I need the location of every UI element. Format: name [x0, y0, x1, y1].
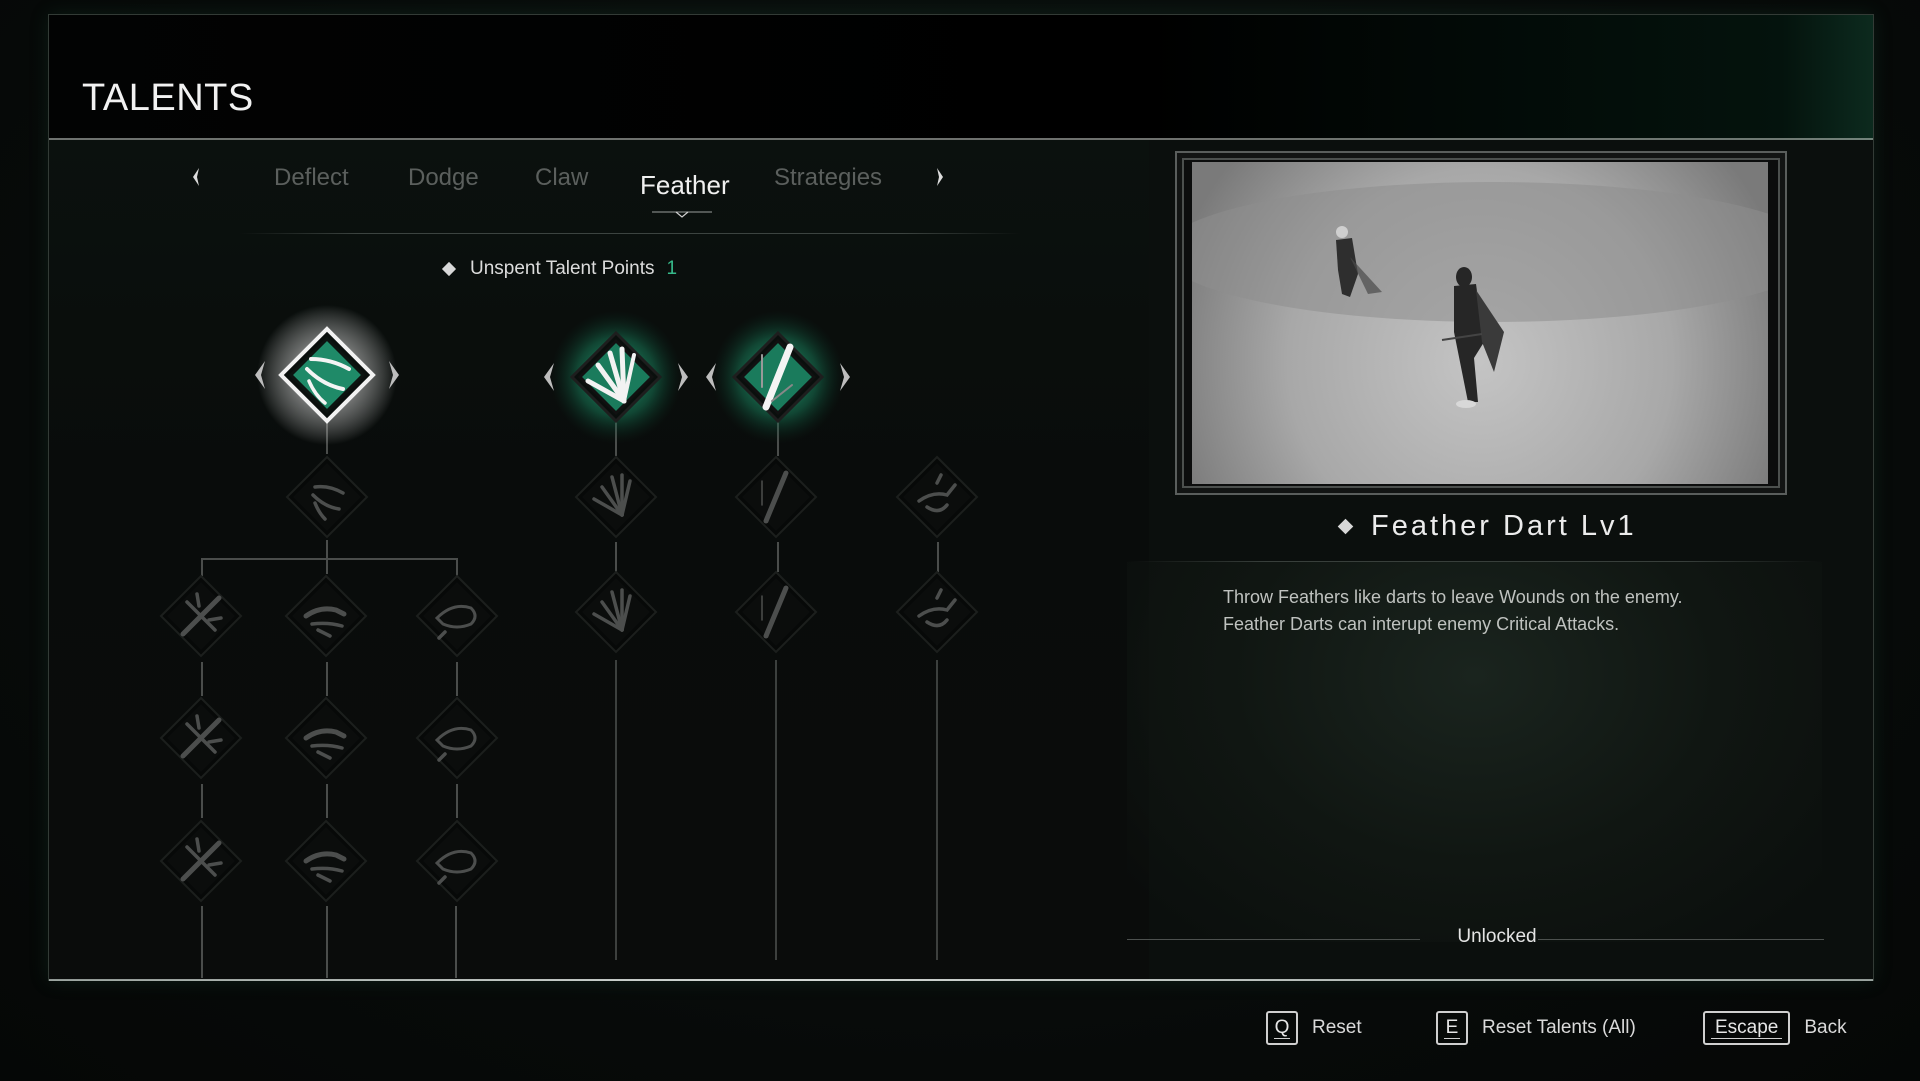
back-label: Back	[1804, 1017, 1847, 1038]
talent-node-locked[interactable]	[285, 455, 369, 539]
key-q-icon: Q	[1266, 1011, 1298, 1045]
talent-node-locked[interactable]	[159, 574, 243, 658]
talent-node-single-feather[interactable]	[698, 297, 858, 457]
talent-node-locked[interactable]	[415, 696, 499, 780]
diamond-bullet-icon	[1337, 518, 1354, 535]
talent-status: Unlocked	[1127, 926, 1824, 952]
key-escape-icon: Escape	[1703, 1011, 1791, 1045]
talent-node-locked[interactable]	[284, 819, 368, 903]
connector-line	[937, 542, 939, 572]
talent-description: Throw Feathers like darts to leave Wound…	[1223, 584, 1783, 638]
description-line: Feather Darts can interupt enemy Critica…	[1223, 614, 1620, 634]
key-e-icon: E	[1436, 1011, 1468, 1045]
connector-line	[326, 906, 328, 978]
talent-node-feather-dart[interactable]	[247, 295, 407, 455]
talent-node-locked[interactable]	[734, 570, 818, 654]
connector-line	[615, 542, 617, 572]
talent-node-locked[interactable]	[574, 570, 658, 654]
branch-line	[201, 558, 458, 560]
talent-preview-image	[1192, 162, 1768, 484]
connector-line	[936, 660, 938, 960]
connector-line	[615, 660, 617, 960]
talent-node-locked[interactable]	[415, 819, 499, 903]
reset-all-label: Reset Talents (All)	[1482, 1017, 1636, 1038]
connector-line	[456, 784, 458, 818]
talent-node-locked[interactable]	[574, 455, 658, 539]
reset-label: Reset	[1312, 1017, 1362, 1038]
talent-detail-title: Feather Dart Lv1	[1371, 510, 1637, 542]
talent-node-locked[interactable]	[159, 819, 243, 903]
reset-button[interactable]: Q Reset	[1266, 1011, 1362, 1045]
talent-node-locked[interactable]	[895, 455, 979, 539]
connector-line	[455, 906, 457, 978]
connector-line	[201, 906, 203, 978]
reset-all-talents-button[interactable]: E Reset Talents (All)	[1436, 1011, 1636, 1045]
talent-node-locked[interactable]	[734, 455, 818, 539]
talent-tree	[0, 0, 1100, 1000]
connector-line	[456, 662, 458, 696]
talent-node-feather-fan[interactable]	[536, 297, 696, 457]
talent-node-locked[interactable]	[284, 696, 368, 780]
connector-line	[326, 540, 328, 574]
connector-line	[326, 662, 328, 696]
status-divider-right	[1538, 939, 1824, 940]
talent-node-locked[interactable]	[895, 570, 979, 654]
talent-preview-frame	[1175, 151, 1787, 495]
talent-node-locked[interactable]	[415, 574, 499, 658]
back-button[interactable]: Escape Back	[1703, 1011, 1847, 1045]
talent-node-locked[interactable]	[284, 574, 368, 658]
connector-line	[775, 660, 777, 960]
connector-line	[777, 542, 779, 572]
connector-line	[201, 662, 203, 696]
description-line: Throw Feathers like darts to leave Wound…	[1223, 587, 1683, 607]
talent-status-label: Unlocked	[1457, 926, 1537, 947]
connector-line	[326, 784, 328, 818]
talent-detail-header: Feather Dart Lv1	[1337, 510, 1637, 543]
connector-line	[201, 784, 203, 818]
talent-node-locked[interactable]	[159, 696, 243, 780]
status-divider-left	[1127, 939, 1420, 940]
